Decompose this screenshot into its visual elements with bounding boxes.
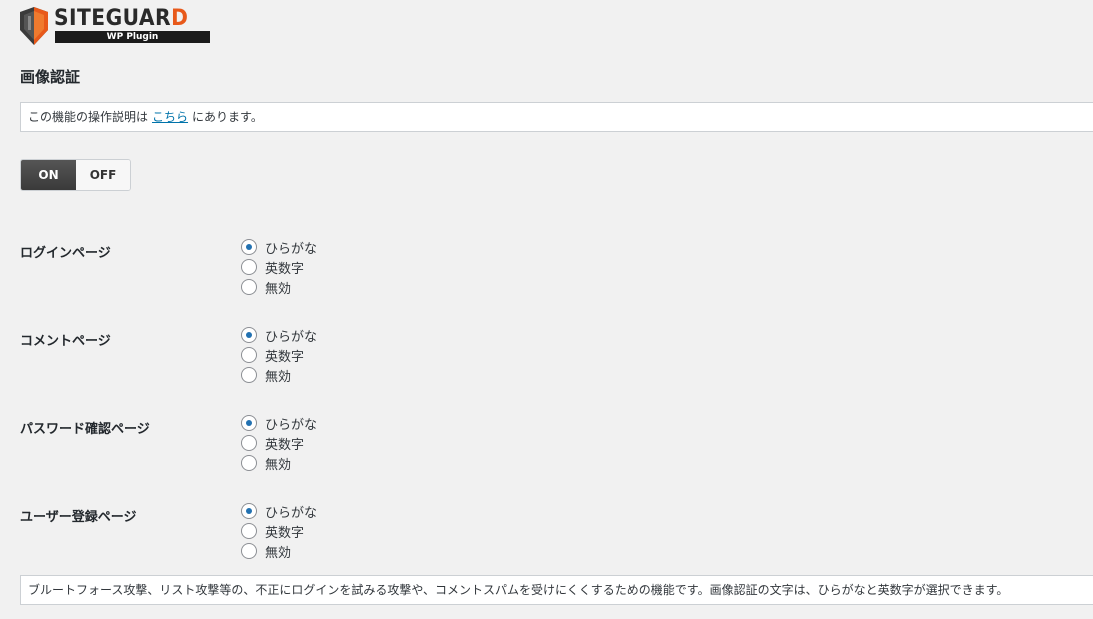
- radio-button[interactable]: [241, 279, 257, 295]
- section-label: パスワード確認ページ: [20, 422, 150, 437]
- page-title: 画像認証: [20, 68, 81, 86]
- radio-button[interactable]: [241, 523, 257, 539]
- radio-label: ひらがな: [265, 241, 318, 257]
- radio-label: ひらがな: [265, 329, 318, 345]
- radio-option-disabled[interactable]: 無効: [241, 541, 317, 561]
- radio-button[interactable]: [241, 455, 257, 471]
- on-off-toggle[interactable]: ON OFF: [20, 159, 131, 191]
- radio-label: 無効: [265, 457, 292, 473]
- radio-label: 英数字: [265, 261, 305, 277]
- radio-option-disabled[interactable]: 無効: [241, 453, 317, 473]
- radio-option-disabled[interactable]: 無効: [241, 277, 317, 297]
- radio-option-hiragana[interactable]: ひらがな: [241, 413, 317, 433]
- radio-button-checked[interactable]: [241, 327, 257, 343]
- siteguard-logo: SITEGUARD WP Plugin: [19, 6, 210, 46]
- radio-option-hiragana[interactable]: ひらがな: [241, 501, 317, 521]
- feature-description: ブルートフォース攻撃、リスト攻撃等の、不正にログインを試みる攻撃や、コメントスパ…: [20, 575, 1093, 605]
- radio-button[interactable]: [241, 367, 257, 383]
- radio-label: ひらがな: [265, 505, 318, 521]
- logo-subtitle: WP Plugin: [55, 31, 210, 43]
- radio-option-hiragana[interactable]: ひらがな: [241, 325, 317, 345]
- radio-option-alphanumeric[interactable]: 英数字: [241, 257, 317, 277]
- notice-text-after: にあります。: [192, 110, 263, 124]
- radio-label: ひらがな: [265, 417, 318, 433]
- radio-label: 英数字: [265, 525, 305, 541]
- radio-option-alphanumeric[interactable]: 英数字: [241, 345, 317, 365]
- radio-button-checked[interactable]: [241, 239, 257, 255]
- radio-label: 無効: [265, 369, 292, 385]
- radio-button[interactable]: [241, 259, 257, 275]
- radio-option-hiragana[interactable]: ひらがな: [241, 237, 317, 257]
- radio-label: 英数字: [265, 437, 305, 453]
- radio-button[interactable]: [241, 347, 257, 363]
- radio-option-alphanumeric[interactable]: 英数字: [241, 521, 317, 541]
- section-label: ログインページ: [20, 246, 111, 261]
- help-notice: この機能の操作説明は こちら にあります。: [20, 102, 1093, 132]
- radio-group-register: ひらがな 英数字 無効: [241, 501, 317, 561]
- radio-label: 英数字: [265, 349, 305, 365]
- logo-brand-text: SITEGUARD: [54, 6, 189, 31]
- shield-logo-icon: [20, 7, 48, 45]
- toggle-on-button[interactable]: ON: [21, 160, 76, 190]
- notice-text-before: この機能の操作説明は: [28, 110, 149, 124]
- radio-button[interactable]: [241, 435, 257, 451]
- radio-label: 無効: [265, 545, 292, 561]
- radio-label: 無効: [265, 281, 292, 297]
- section-label: ユーザー登録ページ: [20, 510, 137, 525]
- radio-group-login: ひらがな 英数字 無効: [241, 237, 317, 297]
- radio-group-password: ひらがな 英数字 無効: [241, 413, 317, 473]
- radio-option-alphanumeric[interactable]: 英数字: [241, 433, 317, 453]
- help-link[interactable]: こちら: [152, 110, 188, 124]
- section-label: コメントページ: [20, 334, 111, 349]
- toggle-off-button[interactable]: OFF: [76, 160, 130, 190]
- radio-button-checked[interactable]: [241, 503, 257, 519]
- radio-button-checked[interactable]: [241, 415, 257, 431]
- radio-option-disabled[interactable]: 無効: [241, 365, 317, 385]
- radio-group-comment: ひらがな 英数字 無効: [241, 325, 317, 385]
- radio-button[interactable]: [241, 543, 257, 559]
